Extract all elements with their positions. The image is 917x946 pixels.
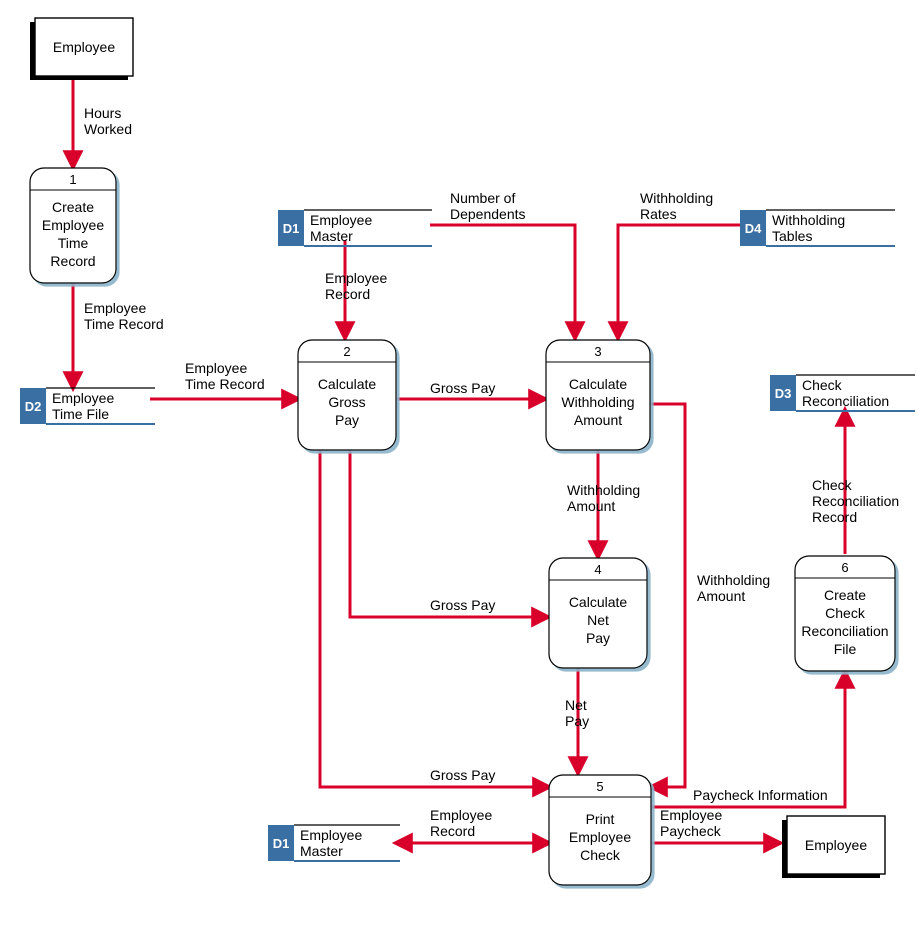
- svg-text:File: File: [834, 641, 857, 657]
- datastore-d1-bottom: D1 Employee Master: [268, 825, 400, 861]
- datastore-d1-top-l1: Employee: [310, 212, 372, 228]
- entity-employee-bottom: Employee: [782, 816, 885, 878]
- datastore-d4-l1: Withholding: [772, 212, 845, 228]
- label-etr2-1: Employee: [185, 360, 247, 376]
- label-with-amt2-1: Withholding: [697, 572, 770, 588]
- datastore-d3-l1: Check: [802, 377, 843, 393]
- label-gross-pay-25: Gross Pay: [430, 767, 495, 783]
- label-num-dep-1: Number of: [450, 190, 515, 206]
- svg-text:Record: Record: [50, 253, 95, 269]
- process-5: 5 Print Employee Check: [549, 775, 651, 885]
- datastore-d2-l1: Employee: [52, 390, 114, 406]
- label-with-rates-2: Rates: [640, 206, 677, 222]
- label-net-pay-1: Net: [565, 697, 587, 713]
- label-with-amt-1: Withholding: [567, 482, 640, 498]
- datastore-d2: D2 Employee Time File: [20, 388, 155, 424]
- datastore-d3: D3 Check Reconciliation: [770, 375, 915, 411]
- label-etr-2: Time Record: [84, 316, 164, 332]
- process-1: 1 Create Employee Time Record: [30, 168, 116, 283]
- label-check-rec-3: Record: [812, 509, 857, 525]
- svg-text:6: 6: [841, 560, 848, 575]
- svg-text:Create: Create: [824, 587, 866, 603]
- label-emp-paycheck-2: Paycheck: [660, 823, 722, 839]
- label-check-rec-1: Check: [812, 477, 853, 493]
- svg-text:Gross: Gross: [328, 394, 365, 410]
- label-check-rec-2: Reconciliation: [812, 493, 899, 509]
- datastore-d2-id: D2: [25, 399, 42, 414]
- datastore-d1-top-l2: Master: [310, 228, 353, 244]
- label-emp-record-1: Employee: [325, 270, 387, 286]
- flow-withholding-amount-p3-p5: [650, 404, 685, 787]
- datastore-d1-top-id: D1: [283, 221, 300, 236]
- label-with-rates-1: Withholding: [640, 190, 713, 206]
- label-emp-paycheck-1: Employee: [660, 807, 722, 823]
- label-hours-worked-1: Hours: [84, 105, 121, 121]
- label-net-pay-2: Pay: [565, 713, 589, 729]
- datastore-d3-id: D3: [775, 386, 792, 401]
- datastore-d4: D4 Withholding Tables: [740, 210, 895, 246]
- label-gross-pay-24: Gross Pay: [430, 597, 495, 613]
- svg-text:Print: Print: [586, 811, 615, 827]
- svg-text:5: 5: [596, 779, 603, 794]
- svg-text:3: 3: [594, 344, 601, 359]
- svg-text:Withholding: Withholding: [561, 394, 634, 410]
- svg-text:Calculate: Calculate: [318, 376, 377, 392]
- datastore-d1-bottom-id: D1: [273, 836, 290, 851]
- label-etr2-2: Time Record: [185, 376, 265, 392]
- svg-text:Reconciliation: Reconciliation: [801, 623, 888, 639]
- process-3: 3 Calculate Withholding Amount: [546, 340, 650, 450]
- label-with-amt2-2: Amount: [697, 588, 745, 604]
- process-2: 2 Calculate Gross Pay: [298, 340, 396, 450]
- svg-text:Create: Create: [52, 199, 94, 215]
- datastore-d4-l2: Tables: [772, 228, 812, 244]
- datastore-d1-bottom-l1: Employee: [300, 827, 362, 843]
- label-emp-record2-2: Record: [430, 823, 475, 839]
- svg-text:1: 1: [69, 172, 76, 187]
- svg-text:Calculate: Calculate: [569, 594, 628, 610]
- label-paycheck-info: Paycheck Information: [693, 787, 828, 803]
- entity-employee-top: Employee: [30, 18, 133, 80]
- label-gross-pay-23: Gross Pay: [430, 380, 495, 396]
- svg-text:Employee: Employee: [42, 217, 104, 233]
- svg-text:4: 4: [594, 562, 601, 577]
- svg-text:2: 2: [343, 344, 350, 359]
- label-emp-record-2: Record: [325, 286, 370, 302]
- svg-text:Net: Net: [587, 612, 609, 628]
- svg-text:Time: Time: [58, 235, 89, 251]
- process-6: 6 Create Check Reconciliation File: [795, 556, 895, 671]
- svg-text:Check: Check: [825, 605, 866, 621]
- entity-employee-bottom-label: Employee: [805, 837, 867, 853]
- svg-text:Check: Check: [580, 847, 621, 863]
- datastore-d3-l2: Reconciliation: [802, 393, 889, 409]
- label-with-amt-2: Amount: [567, 498, 615, 514]
- flow-number-of-dependents: [430, 225, 575, 338]
- datastore-d1-bottom-l2: Master: [300, 843, 343, 859]
- datastore-d4-id: D4: [745, 221, 762, 236]
- datastore-d2-l2: Time File: [52, 406, 109, 422]
- entity-employee-top-label: Employee: [53, 39, 115, 55]
- svg-text:Pay: Pay: [586, 630, 610, 646]
- process-4: 4 Calculate Net Pay: [549, 558, 647, 668]
- label-hours-worked-2: Worked: [84, 121, 132, 137]
- label-etr-1: Employee: [84, 300, 146, 316]
- svg-text:Calculate: Calculate: [569, 376, 628, 392]
- label-num-dep-2: Dependents: [450, 206, 526, 222]
- flow-gross-pay-p2-p4: [350, 450, 548, 617]
- datastore-d1-top: D1 Employee Master: [278, 210, 432, 246]
- svg-text:Pay: Pay: [335, 412, 359, 428]
- label-emp-record2-1: Employee: [430, 807, 492, 823]
- svg-text:Employee: Employee: [569, 829, 631, 845]
- svg-text:Amount: Amount: [574, 412, 622, 428]
- flow-withholding-rates: [618, 225, 740, 338]
